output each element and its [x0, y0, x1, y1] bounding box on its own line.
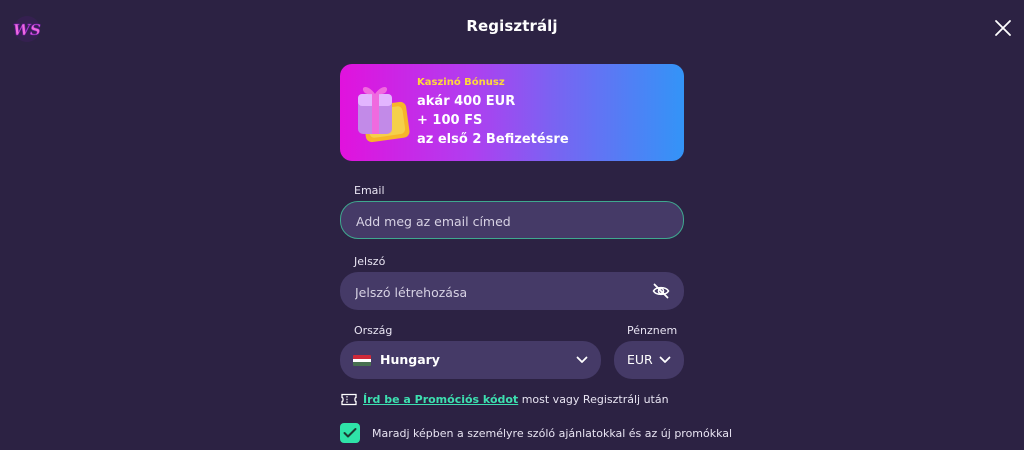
country-label: Ország [354, 324, 393, 337]
checkmark-icon [343, 428, 357, 438]
close-icon[interactable] [992, 17, 1014, 39]
banner-line-2: + 100 FS [417, 113, 483, 128]
currency-select[interactable]: EUR [614, 341, 684, 379]
eye-off-icon[interactable] [652, 282, 670, 300]
email-field-wrapper [340, 201, 684, 240]
consent-label: Maradj képben a személyre szóló ajánlato… [372, 427, 733, 440]
banner-kicker: Kaszinó Bónusz [417, 77, 505, 88]
bonus-banner: Kaszinó Bónusz akár 400 EUR + 100 FS az … [340, 64, 684, 161]
promo-code-text: most vagy Regisztrálj után [518, 393, 669, 406]
ticket-icon [341, 393, 357, 406]
currency-value: EUR [627, 352, 653, 367]
chevron-down-icon [576, 356, 588, 363]
hungary-flag-icon [353, 355, 371, 366]
gift-icon [358, 87, 410, 143]
country-value: Hungary [380, 352, 440, 367]
chevron-down-icon [659, 356, 671, 363]
currency-label: Pénznem [627, 324, 678, 337]
page-title: Regisztrálj [466, 17, 558, 35]
consent-checkbox[interactable] [340, 423, 360, 443]
banner-line-3: az első 2 Befizetésre [417, 132, 569, 147]
password-field-wrapper [340, 272, 684, 312]
banner-line-1: akár 400 EUR [417, 94, 516, 109]
country-select[interactable]: Hungary [340, 341, 601, 379]
password-label: Jelszó [354, 255, 386, 268]
email-field[interactable] [354, 202, 638, 240]
promo-code-line: Írd be a Promóciós kódot most vagy Regis… [341, 393, 669, 406]
promo-code-link[interactable]: Írd be a Promóciós kódot [363, 393, 518, 406]
password-field[interactable] [353, 272, 637, 312]
email-label: Email [354, 184, 385, 197]
